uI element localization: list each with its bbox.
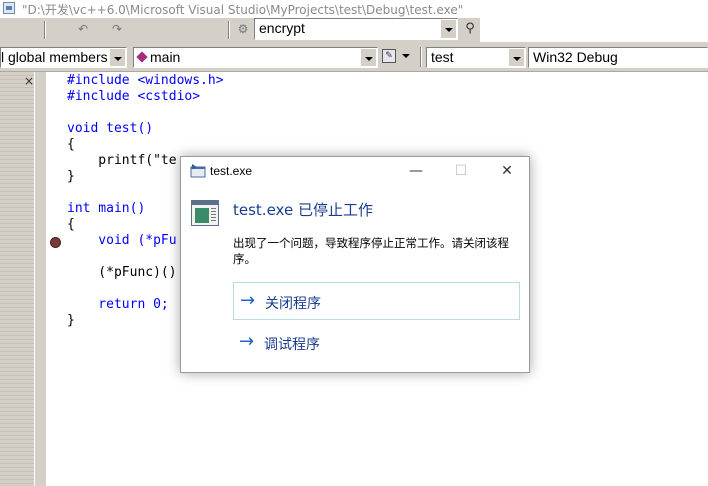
toolbar-separator	[44, 21, 46, 39]
redo-icon[interactable]: ↷	[108, 21, 126, 38]
code-line: void (*pFu	[67, 233, 177, 248]
code-line-text: return 0;	[67, 297, 169, 312]
code-line: }	[67, 313, 75, 328]
find-in-files-icon[interactable]: ⚲	[462, 21, 478, 37]
code-line: }	[67, 169, 75, 184]
toolbar-separator	[228, 21, 230, 39]
breakpoint-marker[interactable]	[50, 237, 61, 248]
arrow-right-icon: →	[239, 331, 255, 352]
chevron-down-icon[interactable]	[109, 49, 125, 66]
code-line: printf("te	[67, 153, 177, 168]
config-combo-value: Win32 Debug	[533, 49, 618, 65]
dialog-heading: test.exe 已停止工作	[233, 201, 373, 219]
class-combo[interactable]: l global members	[0, 47, 127, 68]
undo-icon[interactable]: ↶	[74, 21, 92, 38]
method-icon	[136, 51, 148, 63]
code-line: (*pFunc)()	[67, 265, 177, 280]
code-line: #include <cstdio>	[67, 89, 200, 104]
close-program-label: 关闭程序	[265, 296, 321, 312]
member-combo[interactable]: main	[133, 47, 378, 68]
window-title: "D:\开发\vc++6.0\Microsoft Visual Studio\M…	[22, 3, 464, 17]
debug-program-link[interactable]: → 调试程序	[233, 324, 520, 362]
build-icon[interactable]: ⚙	[234, 21, 252, 38]
app-window-icon	[190, 164, 206, 178]
config-combo[interactable]: Win32 Debug	[528, 47, 708, 68]
minimize-button[interactable]: —	[406, 161, 426, 181]
dialog-message: 出现了一个问题，导致程序停止正常工作。请关闭该程序。	[233, 236, 509, 266]
workspace-pane: ×	[0, 72, 46, 486]
program-icon	[191, 200, 219, 226]
close-program-link[interactable]: → 关闭程序	[233, 282, 520, 320]
toolbar-separator	[420, 47, 422, 67]
code-line: #include <windows.h>	[67, 73, 224, 88]
editor-margin	[34, 72, 46, 486]
arrow-right-icon: →	[240, 290, 256, 311]
close-icon[interactable]: ×	[24, 74, 34, 88]
code-line-text: int main()	[67, 201, 146, 216]
code-line: {	[67, 137, 75, 152]
find-combo-value: encrypt	[259, 20, 305, 36]
workspace-grip[interactable]	[0, 72, 34, 486]
maximize-button[interactable]: ☐	[451, 161, 471, 181]
code-line-text: void test()	[67, 121, 154, 136]
wizard-actions-icon[interactable]: ✎	[382, 49, 396, 63]
code-line: return 0;	[67, 297, 169, 312]
code-line-text: #include <windows.h>	[67, 73, 224, 88]
error-dialog: test.exe — ☐ ✕ test.exe 已停止工作 出现了一个问题，导致…	[180, 156, 530, 373]
code-line: int main()	[67, 201, 145, 216]
application-icon	[3, 2, 15, 14]
member-combo-value: main	[150, 49, 181, 65]
class-combo-value: l global members	[1, 49, 108, 65]
title-overlay	[480, 0, 708, 22]
chevron-down-icon[interactable]	[360, 49, 376, 66]
chevron-down-icon[interactable]	[402, 54, 410, 58]
close-button[interactable]: ✕	[497, 161, 517, 181]
window-titlebar: "D:\开发\vc++6.0\Microsoft Visual Studio\M…	[0, 0, 708, 22]
chevron-down-icon[interactable]	[508, 49, 524, 66]
code-line-text: void (*pFu	[67, 233, 177, 248]
find-combo[interactable]: encrypt	[254, 18, 458, 40]
project-combo-value: test	[431, 49, 454, 65]
debug-program-label: 调试程序	[264, 337, 320, 353]
standard-toolbar: ↶ ↷ ⚙ encrypt ⚲	[0, 18, 480, 42]
project-combo[interactable]: test	[426, 47, 526, 68]
dialog-title: test.exe	[210, 164, 253, 178]
chevron-down-icon[interactable]	[440, 20, 456, 38]
code-line: {	[67, 217, 75, 232]
code-line-text: #include <cstdio>	[67, 89, 201, 104]
code-line: void test()	[67, 121, 153, 136]
wizard-bar: l global members main ✎ test Win32 Debug	[0, 42, 708, 72]
